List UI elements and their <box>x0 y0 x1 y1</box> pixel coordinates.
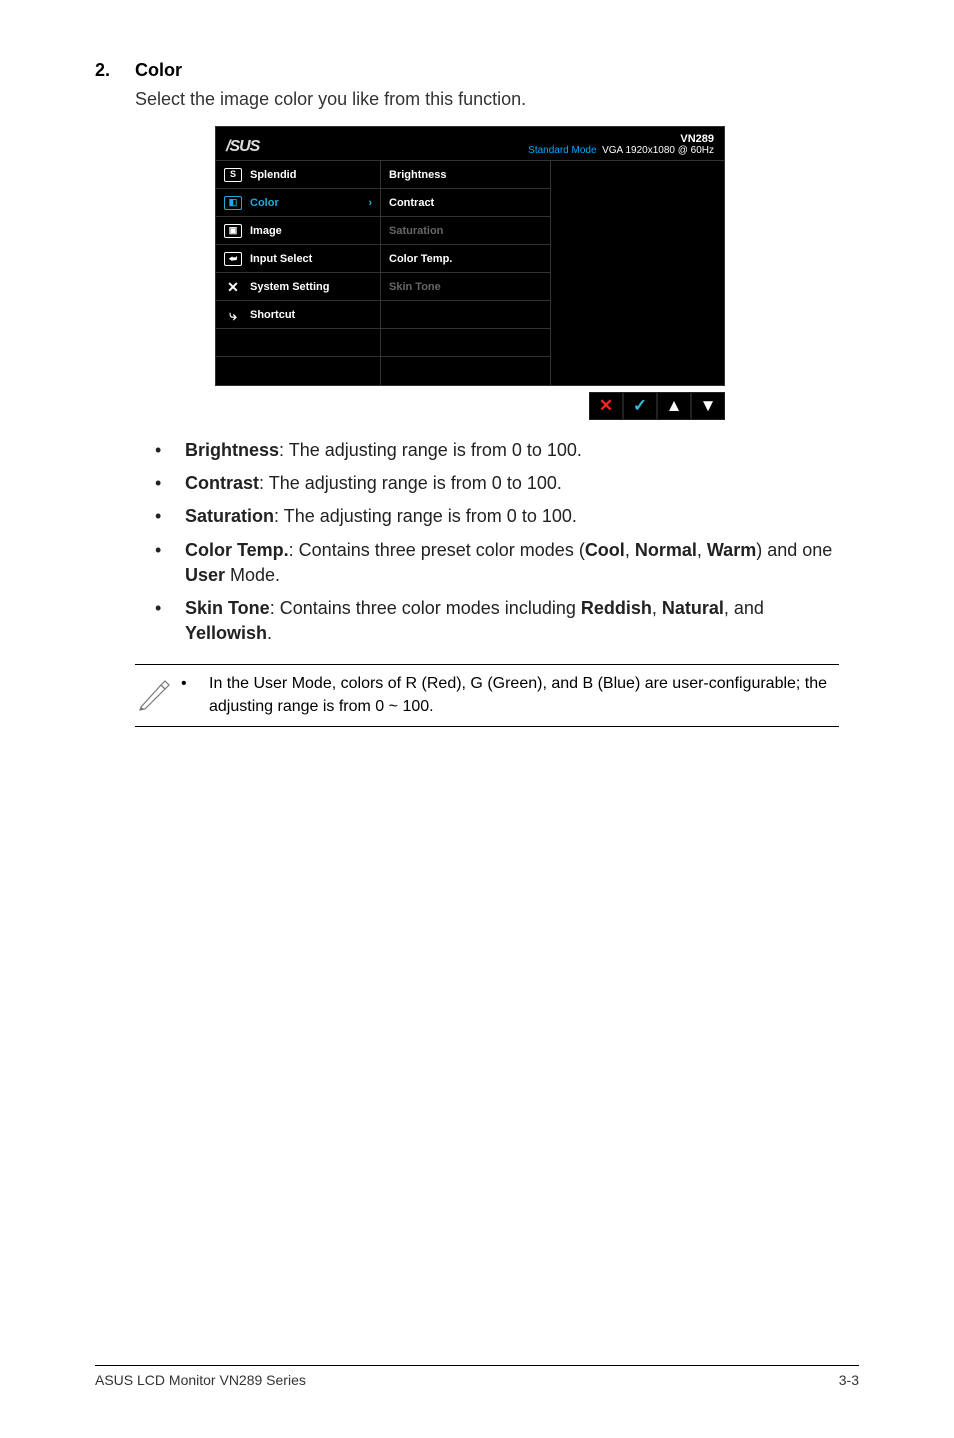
osd-model: VN289 <box>528 133 714 145</box>
bullet-dot-icon: • <box>181 673 209 718</box>
submenu-empty <box>381 357 550 385</box>
bullet-dot-icon: • <box>155 504 185 529</box>
menu-empty <box>216 329 380 357</box>
desc: : The adjusting range is from 0 to 100. <box>259 473 562 493</box>
desc: , <box>652 598 662 618</box>
down-arrow-icon: ▼ <box>700 396 717 416</box>
menu-label: Shortcut <box>250 309 295 321</box>
menu-label: System Setting <box>250 281 329 293</box>
submenu-label: Color Temp. <box>389 253 452 265</box>
section-title: Color <box>135 60 182 81</box>
splendid-icon: S <box>224 168 242 182</box>
desc: , and <box>724 598 764 618</box>
osd-submenu: Brightness Contract Saturation Color Tem… <box>381 161 551 385</box>
term-inline: User <box>185 565 225 585</box>
menu-color[interactable]: ◧ Color › <box>216 189 380 217</box>
menu-image[interactable]: ▣ Image <box>216 217 380 245</box>
footer-page-number: 3-3 <box>839 1372 859 1388</box>
page-footer: ASUS LCD Monitor VN289 Series 3-3 <box>95 1365 859 1388</box>
submenu-empty <box>381 329 550 357</box>
section-number: 2. <box>95 60 135 81</box>
menu-shortcut[interactable]: ⤷ Shortcut <box>216 301 380 329</box>
note-text: In the User Mode, colors of R (Red), G (… <box>209 673 839 718</box>
osd-value-pane <box>551 161 724 385</box>
desc: : The adjusting range is from 0 to 100. <box>274 506 577 526</box>
term-inline: Reddish <box>581 598 652 618</box>
desc: , <box>697 540 707 560</box>
bullet-dot-icon: • <box>155 538 185 588</box>
brand-logo: /SUS <box>226 138 259 156</box>
term-inline: Warm <box>707 540 756 560</box>
menu-system-setting[interactable]: ✕ System Setting <box>216 273 380 301</box>
menu-splendid[interactable]: S Splendid <box>216 161 380 189</box>
close-icon: ✕ <box>599 396 613 416</box>
feature-list: • Brightness: The adjusting range is fro… <box>155 438 839 646</box>
footer-left: ASUS LCD Monitor VN289 Series <box>95 1372 306 1388</box>
up-arrow-icon: ▲ <box>666 396 683 416</box>
submenu-empty <box>381 301 550 329</box>
list-item: • Saturation: The adjusting range is fro… <box>155 504 839 529</box>
submenu-label: Saturation <box>389 225 443 237</box>
image-icon: ▣ <box>224 224 242 238</box>
osd-mode-prefix: Standard Mode <box>528 145 596 156</box>
osd-header: /SUS VN289 Standard Mode VGA 1920x1080 @… <box>216 127 724 161</box>
pencil-icon <box>135 673 181 711</box>
term-inline: Natural <box>662 598 724 618</box>
nav-down-button[interactable]: ▼ <box>691 392 725 420</box>
desc: . <box>267 623 272 643</box>
term: Color Temp. <box>185 540 289 560</box>
color-icon: ◧ <box>224 196 242 210</box>
desc: : Contains three color modes including <box>270 598 581 618</box>
bullet-dot-icon: • <box>155 596 185 646</box>
term: Brightness <box>185 440 279 460</box>
submenu-label: Skin Tone <box>389 281 441 293</box>
menu-label: Splendid <box>250 169 296 181</box>
system-setting-icon: ✕ <box>224 280 242 294</box>
term-inline: Yellowish <box>185 623 267 643</box>
submenu-contrast[interactable]: Contract <box>381 189 550 217</box>
list-item: • Skin Tone: Contains three color modes … <box>155 596 839 646</box>
osd-main-menu: S Splendid ◧ Color › ▣ Image ⮨ Input Sel… <box>216 161 381 385</box>
osd-mode-detail: VGA 1920x1080 @ 60Hz <box>602 145 714 156</box>
osd-panel: /SUS VN289 Standard Mode VGA 1920x1080 @… <box>215 126 725 386</box>
bullet-dot-icon: • <box>155 471 185 496</box>
desc: : Contains three preset color modes ( <box>289 540 585 560</box>
submenu-skin-tone[interactable]: Skin Tone <box>381 273 550 301</box>
desc: Mode. <box>225 565 280 585</box>
check-icon: ✓ <box>633 396 647 416</box>
menu-label: Image <box>250 225 282 237</box>
nav-enter-button[interactable]: ✓ <box>623 392 657 420</box>
section-intro: Select the image color you like from thi… <box>135 89 859 110</box>
submenu-color-temp[interactable]: Color Temp. <box>381 245 550 273</box>
menu-input-select[interactable]: ⮨ Input Select <box>216 245 380 273</box>
term: Saturation <box>185 506 274 526</box>
list-item: • Brightness: The adjusting range is fro… <box>155 438 839 463</box>
osd-nav-buttons: ✕ ✓ ▲ ▼ <box>215 392 725 420</box>
term-inline: Normal <box>635 540 697 560</box>
submenu-label: Contract <box>389 197 434 209</box>
nav-close-button[interactable]: ✕ <box>589 392 623 420</box>
desc: , <box>625 540 635 560</box>
submenu-arrow-icon: › <box>368 197 372 209</box>
menu-empty <box>216 357 380 385</box>
term: Contrast <box>185 473 259 493</box>
list-item: • Contrast: The adjusting range is from … <box>155 471 839 496</box>
menu-label: Color <box>250 197 279 209</box>
desc: : The adjusting range is from 0 to 100. <box>279 440 582 460</box>
bullet-dot-icon: • <box>155 438 185 463</box>
menu-label: Input Select <box>250 253 312 265</box>
term: Skin Tone <box>185 598 270 618</box>
desc: ) and one <box>756 540 832 560</box>
shortcut-icon: ⤷ <box>224 308 242 322</box>
term-inline: Cool <box>585 540 625 560</box>
submenu-brightness[interactable]: Brightness <box>381 161 550 189</box>
submenu-label: Brightness <box>389 169 446 181</box>
list-item: • Color Temp.: Contains three preset col… <box>155 538 839 588</box>
input-select-icon: ⮨ <box>224 252 242 266</box>
nav-up-button[interactable]: ▲ <box>657 392 691 420</box>
note-block: • In the User Mode, colors of R (Red), G… <box>135 664 839 727</box>
submenu-saturation[interactable]: Saturation <box>381 217 550 245</box>
